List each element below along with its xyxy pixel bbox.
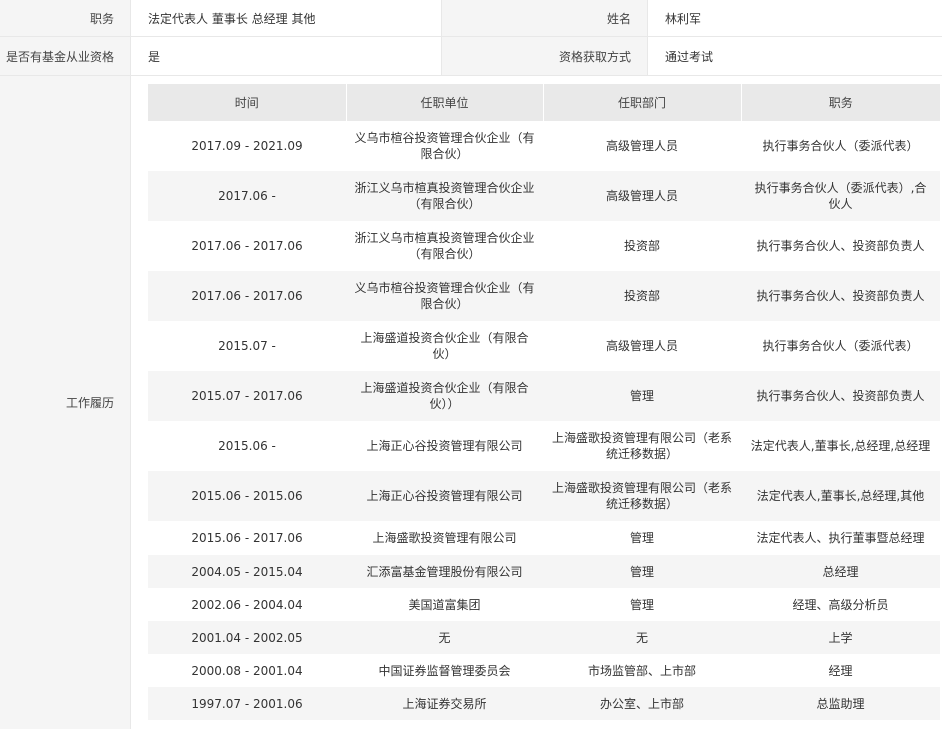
- cell-department: 管理: [543, 521, 741, 555]
- table-row: 2017.06 - 2017.06 义乌市楦谷投资管理合伙企业（有限合伙） 投资…: [148, 271, 940, 321]
- table-row: 2004.05 - 2015.04 汇添富基金管理股份有限公司 管理 总经理: [148, 555, 940, 588]
- cell-time: 2017.06 -: [148, 171, 346, 221]
- cell-unit: 美国道富集团: [346, 588, 543, 621]
- cell-department: 高级管理人员: [543, 321, 741, 371]
- cell-time: 2015.07 - 2017.06: [148, 371, 346, 421]
- cell-time: 2004.05 - 2015.04: [148, 555, 346, 588]
- cell-unit: 上海证券交易所: [346, 687, 543, 720]
- cell-department: 管理: [543, 588, 741, 621]
- work-history-label: 工作履历: [0, 76, 131, 729]
- cell-department: 高级管理人员: [543, 121, 741, 171]
- cell-department: 投资部: [543, 271, 741, 321]
- cell-department: 无: [543, 621, 741, 654]
- cell-title: 执行事务合伙人、投资部负责人: [741, 371, 940, 421]
- table-row: 2000.08 - 2001.04 中国证券监督管理委员会 市场监管部、上市部 …: [148, 654, 940, 687]
- cell-title: 执行事务合伙人（委派代表）: [741, 321, 940, 371]
- work-history-container: 时间 任职单位 任职部门 职务 2017.09 - 2021.09 义乌市楦谷投…: [148, 84, 940, 720]
- cell-unit: 汇添富基金管理股份有限公司: [346, 555, 543, 588]
- cell-department: 管理: [543, 371, 741, 421]
- table-row: 2015.07 - 2017.06 上海盛道投资合伙企业（有限合伙）） 管理 执…: [148, 371, 940, 421]
- cell-unit: 上海盛歌投资管理有限公司: [346, 521, 543, 555]
- table-row: 2015.06 - 2015.06 上海正心谷投资管理有限公司 上海盛歌投资管理…: [148, 471, 940, 521]
- table-row: 2017.06 - 浙江义乌市楦真投资管理合伙企业（有限合伙） 高级管理人员 执…: [148, 171, 940, 221]
- cell-time: 2001.04 - 2002.05: [148, 621, 346, 654]
- cell-time: 2015.07 -: [148, 321, 346, 371]
- cell-time: 2017.06 - 2017.06: [148, 221, 346, 271]
- cell-unit: 浙江义乌市楦真投资管理合伙企业（有限合伙）: [346, 221, 543, 271]
- table-row: 2017.06 - 2017.06 浙江义乌市楦真投资管理合伙企业（有限合伙） …: [148, 221, 940, 271]
- cell-title: 执行事务合伙人、投资部负责人: [741, 271, 940, 321]
- table-row: 1997.07 - 2001.06 上海证券交易所 办公室、上市部 总监助理: [148, 687, 940, 720]
- cell-unit: 上海盛道投资合伙企业（有限合伙）: [346, 321, 543, 371]
- cell-title: 法定代表人,董事长,总经理,其他: [741, 471, 940, 521]
- header-time: 时间: [148, 84, 347, 121]
- cell-time: 2015.06 -: [148, 421, 346, 471]
- cell-title: 法定代表人,董事长,总经理,总经理: [741, 421, 940, 471]
- cell-unit: 上海正心谷投资管理有限公司: [346, 471, 543, 521]
- method-label: 资格获取方式: [441, 37, 648, 75]
- cell-unit: 上海盛道投资合伙企业（有限合伙））: [346, 371, 543, 421]
- cell-title: 法定代表人、执行董事暨总经理: [741, 521, 940, 555]
- cell-unit: 无: [346, 621, 543, 654]
- cell-title: 上学: [741, 621, 940, 654]
- method-value: 通过考试: [665, 49, 714, 64]
- header-title: 职务: [741, 84, 940, 121]
- position-row: 职务 法定代表人 董事长 总经理 其他 姓名 林利军: [0, 0, 942, 37]
- cell-time: 2000.08 - 2001.04: [148, 654, 346, 687]
- manager-profile-page: 职务 法定代表人 董事长 总经理 其他 姓名 林利军 是否有基金从业资格 是 资…: [0, 0, 942, 729]
- cell-time: 2017.09 - 2021.09: [148, 121, 346, 171]
- qualification-row: 是否有基金从业资格 是 资格获取方式 通过考试: [0, 37, 942, 76]
- cell-department: 高级管理人员: [543, 171, 741, 221]
- table-row: 2001.04 - 2002.05 无 无 上学: [148, 621, 940, 654]
- cell-department: 上海盛歌投资管理有限公司（老系统迁移数据）: [543, 421, 741, 471]
- cell-unit: 上海正心谷投资管理有限公司: [346, 421, 543, 471]
- cell-department: 办公室、上市部: [543, 687, 741, 720]
- cell-title: 执行事务合伙人（委派代表）,合伙人: [741, 171, 940, 221]
- cell-department: 管理: [543, 555, 741, 588]
- cell-department: 上海盛歌投资管理有限公司（老系统迁移数据）: [543, 471, 741, 521]
- name-value: 林利军: [665, 11, 702, 26]
- cell-department: 市场监管部、上市部: [543, 654, 741, 687]
- work-history-table: 时间 任职单位 任职部门 职务 2017.09 - 2021.09 义乌市楦谷投…: [148, 84, 940, 720]
- cell-time: 2017.06 - 2017.06: [148, 271, 346, 321]
- cell-time: 2002.06 - 2004.04: [148, 588, 346, 621]
- table-row: 2015.07 - 上海盛道投资合伙企业（有限合伙） 高级管理人员 执行事务合伙…: [148, 321, 940, 371]
- table-row: 2017.09 - 2021.09 义乌市楦谷投资管理合伙企业（有限合伙） 高级…: [148, 121, 940, 171]
- header-department: 任职部门: [543, 84, 742, 121]
- cell-time: 2015.06 - 2017.06: [148, 521, 346, 555]
- cell-department: 投资部: [543, 221, 741, 271]
- position-value: 法定代表人 董事长 总经理 其他: [148, 11, 316, 26]
- name-label: 姓名: [441, 0, 648, 36]
- cell-title: 总监助理: [741, 687, 940, 720]
- qualification-label: 是否有基金从业资格: [0, 37, 131, 75]
- header-unit: 任职单位: [346, 84, 544, 121]
- position-label: 职务: [0, 0, 131, 36]
- cell-title: 经理、高级分析员: [741, 588, 940, 621]
- cell-title: 总经理: [741, 555, 940, 588]
- cell-unit: 浙江义乌市楦真投资管理合伙企业（有限合伙）: [346, 171, 543, 221]
- cell-title: 执行事务合伙人（委派代表）: [741, 121, 940, 171]
- cell-unit: 中国证券监督管理委员会: [346, 654, 543, 687]
- table-row: 2002.06 - 2004.04 美国道富集团 管理 经理、高级分析员: [148, 588, 940, 621]
- cell-unit: 义乌市楦谷投资管理合伙企业（有限合伙）: [346, 271, 543, 321]
- cell-time: 2015.06 - 2015.06: [148, 471, 346, 521]
- table-row: 2015.06 - 上海正心谷投资管理有限公司 上海盛歌投资管理有限公司（老系统…: [148, 421, 940, 471]
- cell-time: 1997.07 - 2001.06: [148, 687, 346, 720]
- table-header-row: 时间 任职单位 任职部门 职务: [148, 84, 940, 121]
- cell-unit: 义乌市楦谷投资管理合伙企业（有限合伙）: [346, 121, 543, 171]
- cell-title: 经理: [741, 654, 940, 687]
- cell-title: 执行事务合伙人、投资部负责人: [741, 221, 940, 271]
- table-row: 2015.06 - 2017.06 上海盛歌投资管理有限公司 管理 法定代表人、…: [148, 521, 940, 555]
- qualification-value: 是: [148, 49, 161, 64]
